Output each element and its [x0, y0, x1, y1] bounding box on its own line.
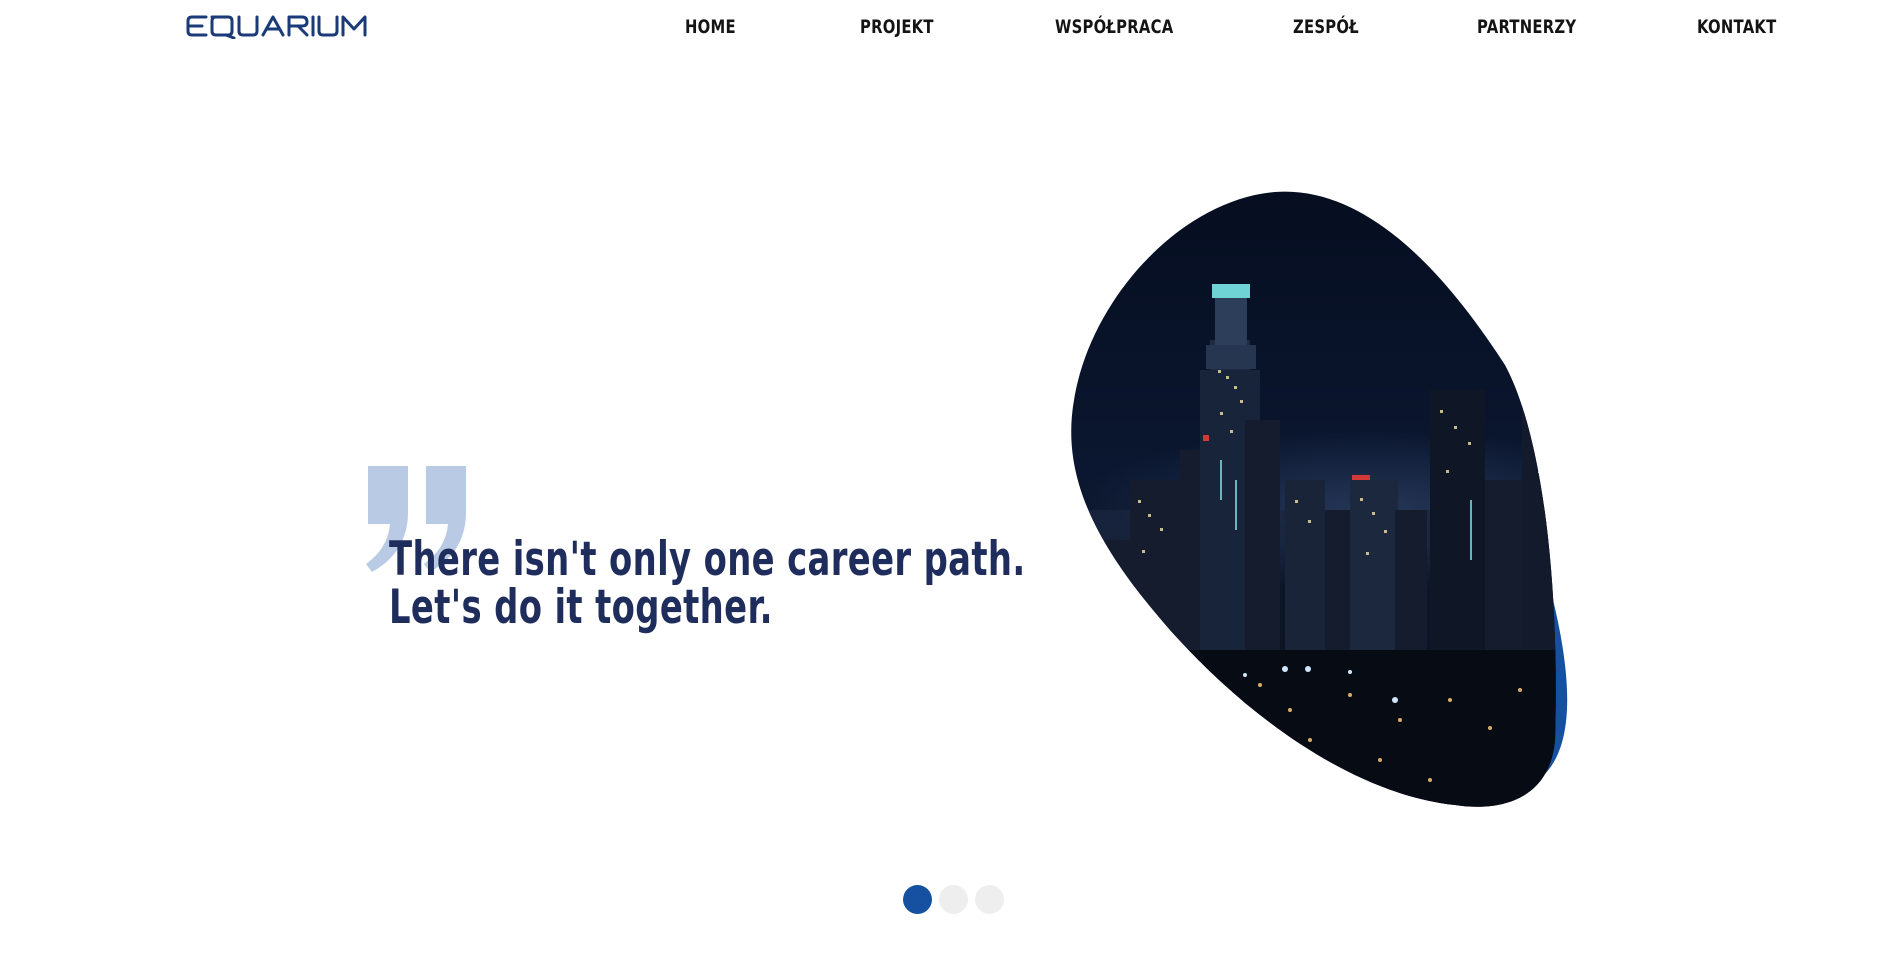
page: HOME PROJEKT WSPÓŁPRACA ZESPÓŁ PARTNERZY… — [0, 0, 1894, 963]
slider-dot-2[interactable] — [939, 885, 968, 914]
hero-headline-line-1: There isn't only one career path. — [389, 532, 1026, 587]
city-night-skyline-image — [1071, 191, 1568, 807]
nav-item-projekt[interactable]: PROJEKT — [860, 11, 934, 43]
hero-headline-line-2: Let's do it together. — [389, 580, 773, 635]
nav-item-kontakt[interactable]: KONTAKT — [1697, 11, 1776, 43]
main-navigation: HOME PROJEKT WSPÓŁPRACA ZESPÓŁ PARTNERZY… — [0, 11, 1894, 43]
nav-item-zespol[interactable]: ZESPÓŁ — [1293, 11, 1359, 43]
nav-item-wspolpraca[interactable]: WSPÓŁPRACA — [1055, 11, 1173, 43]
hero-image — [1050, 180, 1620, 820]
slider-dot-3[interactable] — [975, 885, 1004, 914]
nav-item-partnerzy[interactable]: PARTNERZY — [1477, 11, 1576, 43]
hero-headline: There isn't only one career path. Let's … — [389, 532, 1026, 635]
slider-dot-1[interactable] — [903, 885, 932, 914]
slider-pagination — [903, 885, 1004, 915]
nav-item-home[interactable]: HOME — [685, 11, 736, 43]
